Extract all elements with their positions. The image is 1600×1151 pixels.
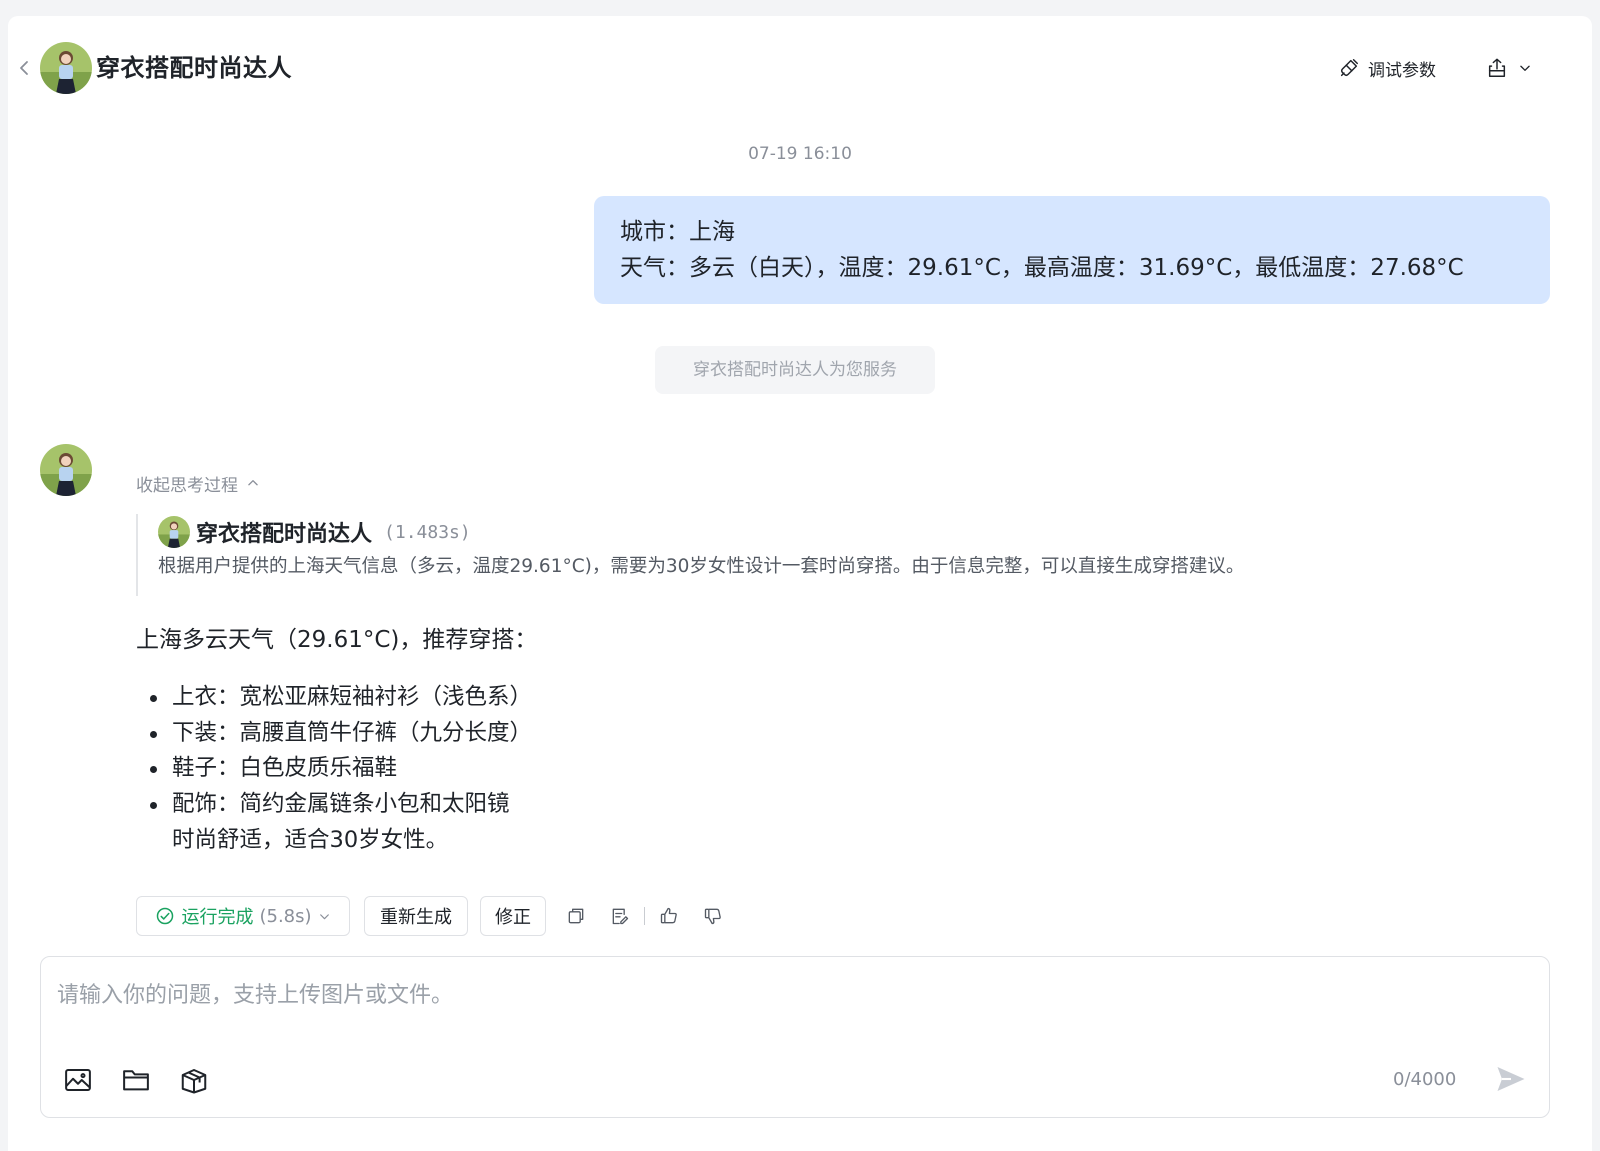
bot-avatar: [40, 444, 92, 496]
thinking-duration: (1.483s): [384, 521, 471, 543]
answer-conclusion: 时尚舒适，适合30岁女性。: [172, 827, 449, 853]
answer-title: 上海多云天气（29.61°C)，推荐穿搭：: [136, 627, 538, 653]
composer-toolbar: [63, 1065, 209, 1095]
run-status-button[interactable]: 运行完成 (5.8s): [136, 896, 350, 936]
avatar: [40, 42, 92, 94]
copy-icon: [568, 908, 584, 924]
copy-button[interactable]: [562, 902, 590, 930]
note-edit-icon: [612, 908, 629, 925]
user-message-line: 天气：多云（白天），温度：29.61°C，最高温度：31.69°C，最低温度：2…: [620, 255, 1464, 281]
list-item: 上衣：宽松亚麻短袖衬衫（浅色系）: [136, 680, 532, 716]
like-button[interactable]: [655, 902, 683, 930]
plug-icon: [1340, 59, 1358, 77]
collapse-thinking-label: 收起思考过程: [136, 475, 238, 496]
chevron-left-icon[interactable]: [16, 60, 32, 76]
fix-button[interactable]: 修正: [480, 896, 546, 936]
dislike-button[interactable]: [699, 902, 727, 930]
debug-params-button[interactable]: 调试参数: [1338, 54, 1436, 82]
thinking-text: 根据用户提供的上海天气信息（多云，温度29.61°C)，需要为30岁女性设计一套…: [158, 556, 1245, 577]
list-item: 配饰：简约金属链条小包和太阳镜: [136, 787, 532, 823]
page-title: 穿衣搭配时尚达人: [96, 54, 292, 82]
message-timestamp: 07-19 16:10: [748, 144, 852, 164]
share-menu-button[interactable]: [1486, 54, 1532, 82]
chevron-down-icon: [1520, 65, 1530, 71]
user-message-line: 城市：上海: [620, 219, 735, 245]
package-icon[interactable]: [179, 1065, 209, 1095]
answer-list: 上衣：宽松亚麻短袖衬衫（浅色系） 下装：高腰直筒牛仔裤（九分长度） 鞋子：白色皮…: [136, 680, 532, 822]
image-icon[interactable]: [63, 1065, 93, 1095]
chevron-up-icon: [248, 480, 258, 486]
thinking-process: 穿衣搭配时尚达人 (1.483s) 根据用户提供的上海天气信息（多云，温度29.…: [136, 514, 1496, 596]
thinking-header: 穿衣搭配时尚达人 (1.483s): [158, 514, 1496, 550]
run-duration: (5.8s): [259, 905, 312, 927]
thumbs-down-icon: [704, 908, 721, 925]
app-window: 穿衣搭配时尚达人 调试参数 07-19 16:10 城市：上海 天气：多云（白天…: [8, 16, 1592, 1151]
thinking-avatar: [158, 516, 190, 548]
folder-icon[interactable]: [121, 1065, 151, 1095]
user-message-bubble: 城市：上海 天气：多云（白天），温度：29.61°C，最高温度：31.69°C，…: [594, 196, 1550, 304]
regenerate-button[interactable]: 重新生成: [364, 896, 468, 936]
run-status-label: 运行完成: [181, 907, 254, 928]
thumbs-up-icon: [660, 907, 677, 924]
list-item: 下装：高腰直筒牛仔裤（九分长度）: [136, 716, 532, 752]
check-circle-icon: [157, 907, 174, 925]
debug-params-label: 调试参数: [1368, 60, 1436, 81]
service-notice: 穿衣搭配时尚达人为您服务: [655, 346, 935, 394]
char-counter: 0/4000: [1393, 1069, 1457, 1090]
divider: [644, 907, 645, 925]
share-icon: [1488, 58, 1506, 77]
message-input[interactable]: [57, 983, 1357, 1008]
message-actions: 运行完成 (5.8s) 重新生成 修正: [136, 896, 727, 936]
edit-note-button[interactable]: [606, 902, 634, 930]
message-composer: 0/4000: [40, 956, 1550, 1118]
list-item: 鞋子：白色皮质乐福鞋: [136, 751, 532, 787]
thinking-agent-name: 穿衣搭配时尚达人: [196, 522, 373, 547]
send-icon[interactable]: [1493, 1061, 1529, 1097]
collapse-thinking-toggle[interactable]: 收起思考过程: [136, 470, 260, 496]
chevron-down-icon: [319, 913, 329, 919]
